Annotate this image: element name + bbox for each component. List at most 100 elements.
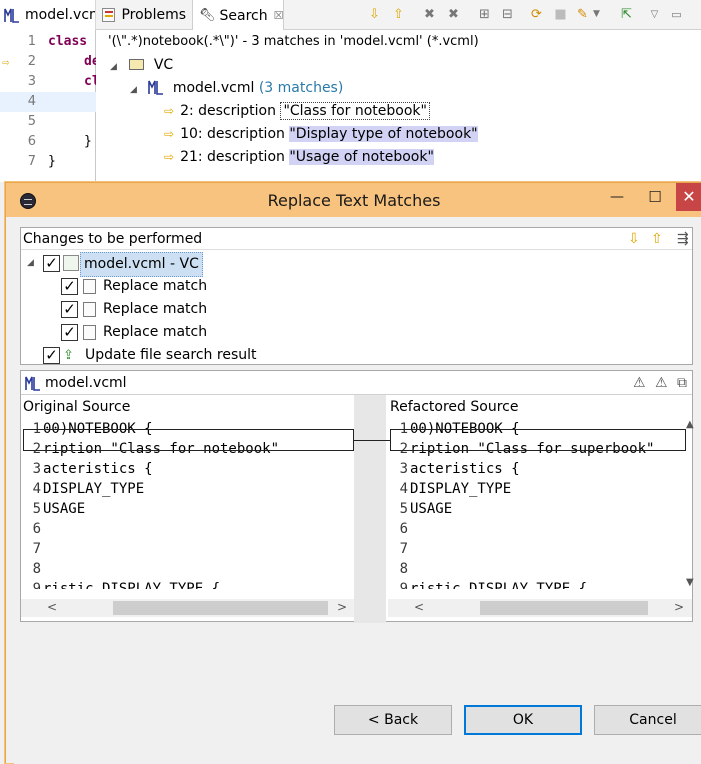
scroll-right-icon[interactable]: >	[674, 600, 684, 614]
change-file-icon	[63, 255, 79, 271]
expand-arrow-icon[interactable]: ◢	[27, 252, 34, 275]
code-editor[interactable]: 1 class ⇨ 2 de 3 cl 4 5 6 } 7 }	[0, 30, 100, 182]
match-arrow-icon: ⇨	[164, 104, 175, 118]
update-search-icon: ⇪	[63, 348, 74, 363]
editor-line-current: 4	[0, 92, 96, 112]
editor-line: 1 class	[0, 32, 96, 52]
dialog-titlebar[interactable]: Replace Text Matches — ☐ ✕	[6, 183, 701, 217]
scroll-left-icon[interactable]: <	[47, 600, 57, 614]
chevron-down-icon[interactable]: ▼	[588, 6, 605, 23]
filter-changes-icon[interactable]: ⇶	[677, 228, 689, 250]
minimize-icon[interactable]: —	[602, 183, 632, 211]
changes-header: Changes to be performed ⇩ ⇧ ⇶	[21, 228, 692, 250]
copy-right-icon[interactable]: ⚠	[655, 371, 668, 395]
expand-all-icon[interactable]: ⊞	[476, 6, 493, 23]
change-item-label: Replace match	[103, 324, 208, 340]
root-checkbox[interactable]: ✓	[43, 255, 60, 272]
scroll-up-icon[interactable]: ▲	[686, 419, 694, 430]
result-match: "Display type of notebook"	[289, 126, 478, 142]
collapse-all-icon[interactable]: ⊟	[499, 6, 516, 23]
change-item-update[interactable]: ✓ ⇪ Update file search result	[43, 344, 343, 367]
code-text: }	[48, 154, 56, 169]
match-checkbox[interactable]: ✓	[61, 324, 78, 341]
next-change-icon[interactable]: ⇩	[628, 228, 640, 250]
scrollbar-thumb[interactable]	[480, 601, 648, 615]
editor-tab-label: model.vcm	[25, 7, 96, 23]
line-number: 2	[27, 54, 36, 69]
tree-node-file[interactable]: ◢ model.vcml (3 matches)	[130, 77, 343, 99]
original-hscrollbar[interactable]: < >	[21, 599, 354, 617]
view-menu-icon[interactable]: ▽	[646, 6, 663, 23]
editor-line: 6 }	[0, 132, 96, 152]
scrollbar-thumb[interactable]	[113, 601, 328, 615]
close-tab-icon[interactable]: ☒	[274, 9, 284, 22]
update-checkbox[interactable]: ✓	[43, 347, 60, 364]
tab-problems-label: Problems	[121, 7, 186, 23]
original-change-box	[23, 429, 354, 451]
result-prefix: 2: description	[180, 103, 281, 119]
change-item[interactable]: ✓ Replace match	[61, 298, 261, 321]
refactored-source-label: Refactored Source	[390, 399, 519, 415]
tab-search[interactable]: 🔦︎ Search ☒	[192, 0, 284, 31]
pin-icon[interactable]: ⇱	[618, 6, 635, 23]
change-item[interactable]: ✓ Replace match	[61, 275, 261, 298]
close-icon[interactable]: ✕	[676, 183, 701, 211]
expand-arrow-icon[interactable]: ◢	[130, 85, 137, 95]
file-name: model.vcml	[172, 80, 255, 96]
remove-all-icon[interactable]: ✖	[445, 6, 462, 23]
dialog-title: Replace Text Matches	[267, 191, 441, 210]
search-result-item[interactable]: ⇨ 2: description "Class for notebook"	[164, 100, 430, 122]
remove-match-icon[interactable]: ✖	[421, 6, 438, 23]
original-source-label: Original Source	[23, 399, 131, 415]
refactored-hscrollbar[interactable]: < >	[388, 599, 692, 617]
ok-button[interactable]: OK	[464, 705, 582, 735]
result-match: "Usage of notebook"	[289, 149, 434, 165]
search-result-item[interactable]: ⇨ 10: description "Display type of notebo…	[164, 123, 478, 145]
change-item-label: Replace match	[103, 301, 208, 317]
text-change-icon	[83, 302, 96, 317]
change-item[interactable]: ✓ Replace match	[61, 321, 261, 344]
match-arrow-icon: ⇨	[164, 150, 175, 164]
changes-panel: Changes to be performed ⇩ ⇧ ⇶ ◢ ✓ model.…	[20, 227, 693, 365]
match-checkbox[interactable]: ✓	[61, 301, 78, 318]
expand-arrow-icon[interactable]: ◢	[110, 62, 117, 72]
minimize-icon[interactable]: ▭	[668, 6, 685, 23]
line-number: 4	[27, 94, 36, 109]
tree-node-project[interactable]: ◢ VC	[110, 54, 173, 76]
diff-gutter	[354, 395, 386, 623]
dialog-body: Changes to be performed ⇩ ⇧ ⇶ ◢ ✓ model.…	[14, 217, 701, 764]
previous-change-icon[interactable]: ⇧	[651, 228, 663, 250]
scroll-left-icon[interactable]: <	[414, 600, 424, 614]
code-text: }	[84, 134, 92, 149]
match-checkbox[interactable]: ✓	[61, 278, 78, 295]
stop-icon: ■	[554, 7, 567, 22]
vcml-file-icon	[25, 375, 41, 391]
changes-header-label: Changes to be performed	[23, 231, 203, 247]
change-item-root[interactable]: ◢ ✓ model.vcml - VC	[27, 252, 327, 277]
match-count: (3 matches)	[258, 80, 344, 96]
copy-left-icon[interactable]: ⚠	[633, 371, 646, 395]
scroll-down-icon[interactable]: ▼	[686, 577, 694, 588]
tab-problems[interactable]: Problems	[96, 0, 192, 30]
preview-header: model.vcml ⚠ ⚠ ⧉	[21, 371, 692, 395]
result-prefix: 21: description	[180, 149, 290, 165]
line-number: 5	[27, 114, 36, 129]
search-result-item[interactable]: ⇨ 21: description "Usage of notebook"	[164, 146, 434, 168]
run-search-icon[interactable]: ⟳	[528, 6, 545, 23]
replace-dialog: Replace Text Matches — ☐ ✕ Changes to be…	[5, 182, 701, 764]
previous-match-icon[interactable]: ⇧	[390, 6, 407, 23]
flashlight-icon: 🔦︎	[199, 8, 216, 23]
editor-tab[interactable]: model.vcm	[0, 0, 96, 30]
code-text: class	[48, 34, 88, 49]
maximize-icon[interactable]: ☐	[640, 183, 670, 211]
cancel-button[interactable]: Cancel	[594, 705, 701, 735]
compare-icon[interactable]: ⧉	[677, 371, 687, 395]
next-match-icon[interactable]: ⇩	[366, 6, 383, 23]
text-change-icon	[83, 279, 96, 294]
root-item-label: model.vcml - VC	[80, 252, 203, 277]
search-results-tree: ◢ VC ◢ model.vcml (3 matches) ⇨ 2: descri…	[96, 54, 701, 182]
back-button[interactable]: < Back	[334, 705, 452, 735]
scroll-right-icon[interactable]: >	[337, 600, 347, 614]
refactored-change-box	[390, 429, 686, 451]
editor-line: ⇨ 2 de	[0, 52, 100, 72]
